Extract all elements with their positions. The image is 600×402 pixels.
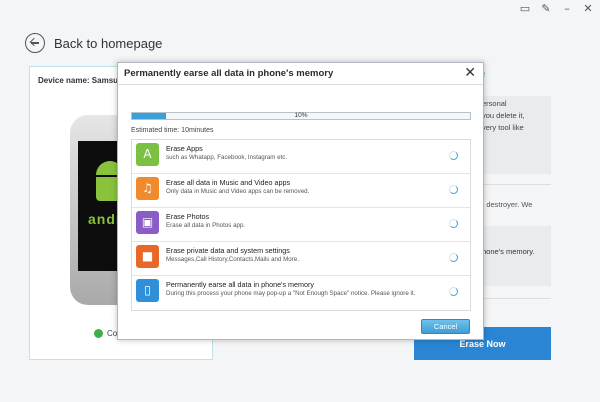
back-arrow-icon[interactable] (25, 33, 45, 53)
close-icon[interactable]: ✕ (582, 3, 594, 15)
task-list: A Erase Apps such as Whatapp, Facebook, … (131, 139, 471, 311)
task-desc: Messages,Call History,Contacts,Mails and… (166, 256, 299, 263)
task-title: Erase private data and system settings (166, 246, 290, 255)
task-item: ■ Erase private data and system settings… (132, 242, 470, 276)
task-desc: Erase all data in Photos app. (166, 222, 246, 229)
task-item: ▣ Erase Photos Erase all data in Photos … (132, 208, 470, 242)
loading-spinner-icon (449, 253, 458, 262)
info-box: ersonal you delete it, very tool like (478, 96, 551, 174)
connection-status: Co (94, 329, 117, 338)
loading-spinner-icon (449, 151, 458, 160)
progress-bar: 10% (131, 112, 471, 120)
dialog-header: Permanently earse all data in phone's me… (118, 63, 483, 85)
dialog-close-icon[interactable]: ✕ (464, 65, 476, 81)
loading-spinner-icon (449, 185, 458, 194)
media-icon: ♫ (136, 177, 159, 200)
back-label[interactable]: Back to homepage (54, 36, 162, 51)
task-item: ▯ Permanently earse all data in phone's … (132, 276, 470, 312)
estimated-time: Estimated time: 10minutes (131, 127, 214, 134)
check-icon (94, 329, 103, 338)
task-title: Erase all data in Music and Video apps (166, 178, 291, 187)
task-item: ♫ Erase all data in Music and Video apps… (132, 174, 470, 208)
edit-icon[interactable]: ✎ (540, 3, 552, 15)
destroyer-text: ta destroyer. We (478, 200, 533, 209)
apps-icon: A (136, 143, 159, 166)
erase-progress-dialog: Permanently earse all data in phone's me… (117, 62, 484, 340)
feedback-icon[interactable]: ▭ (519, 3, 531, 15)
back-to-homepage[interactable]: Back to homepage (25, 33, 162, 53)
divider (478, 184, 551, 185)
window-controls: ▭ ✎ – ✕ (519, 3, 594, 15)
loading-spinner-icon (449, 287, 458, 296)
option-text: hone's memory. (482, 247, 535, 256)
task-desc: Only data in Music and Video apps can be… (166, 188, 310, 195)
device-name: Device name: Samsun (38, 76, 123, 85)
task-title: Erase Photos (166, 212, 210, 221)
cancel-button[interactable]: Cancel (421, 319, 470, 334)
camera-icon: ▣ (136, 211, 159, 234)
status-text: Co (107, 329, 118, 338)
task-desc: During this process your phone may pop-u… (166, 290, 416, 297)
dialog-title: Permanently earse all data in phone's me… (124, 68, 334, 79)
phone-icon: ▯ (136, 279, 159, 302)
lock-icon: ■ (136, 245, 159, 268)
task-title: Erase Apps (166, 144, 203, 153)
loading-spinner-icon (449, 219, 458, 228)
task-desc: such as Whatapp, Facebook, Instagram etc… (166, 154, 288, 161)
option-box: hone's memory. (478, 226, 551, 286)
task-item: A Erase Apps such as Whatapp, Facebook, … (132, 140, 470, 174)
progress-label: 10% (294, 112, 308, 119)
task-title: Permanently earse all data in phone's me… (166, 280, 314, 289)
minimize-icon[interactable]: – (561, 3, 573, 15)
info-line: ersonal (482, 99, 507, 108)
info-line: very tool like (482, 123, 524, 132)
divider (478, 298, 551, 299)
info-line: you delete it, (482, 111, 525, 120)
